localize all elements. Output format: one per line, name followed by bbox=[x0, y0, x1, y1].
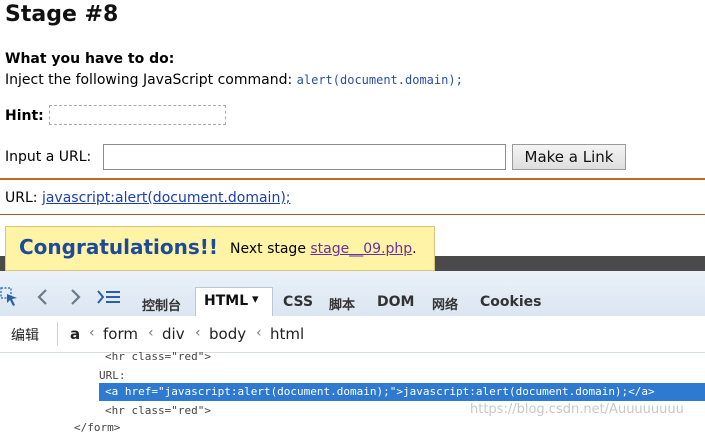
next-stage: Next stage stage__09.php. bbox=[230, 241, 417, 257]
source-line[interactable]: <hr class="red"> bbox=[105, 404, 211, 417]
edit-button[interactable]: 编辑 bbox=[11, 325, 39, 345]
chevron-left-icon: ‹ bbox=[195, 325, 201, 341]
next-stage-link[interactable]: stage__09.php bbox=[310, 241, 412, 257]
breadcrumb-a[interactable]: a bbox=[70, 325, 80, 343]
url-result-label: URL: bbox=[5, 190, 38, 206]
todo-heading: What you have to do: bbox=[5, 51, 175, 67]
watermark: https://blog.csdn.net/Auuuuuuuu bbox=[470, 402, 684, 417]
tab-css[interactable]: CSS bbox=[283, 294, 313, 310]
forward-icon[interactable] bbox=[68, 288, 82, 311]
hint-box bbox=[49, 105, 226, 125]
devtools-resize-bar[interactable] bbox=[435, 256, 705, 271]
url-input-label: Input a URL: bbox=[5, 149, 92, 165]
tab-cookies[interactable]: Cookies bbox=[480, 294, 541, 310]
tab-dom[interactable]: DOM bbox=[377, 294, 414, 310]
tab-network[interactable]: 网络 bbox=[432, 294, 458, 313]
source-line-selected-text: <a href="javascript:alert(document.domai… bbox=[105, 385, 655, 398]
devtools-resize-bar-left[interactable] bbox=[0, 256, 5, 271]
breadcrumb: 编辑 a ‹ form ‹ div ‹ body ‹ html bbox=[0, 316, 705, 353]
breadcrumb-form[interactable]: form bbox=[103, 325, 138, 343]
instruction-text: Inject the following JavaScript command: bbox=[5, 72, 293, 88]
url-input[interactable] bbox=[103, 144, 506, 170]
source-line[interactable]: URL: bbox=[99, 369, 126, 382]
congrats-title: Congratulations!! bbox=[19, 235, 219, 259]
tab-script[interactable]: 脚本 bbox=[329, 294, 355, 313]
chevron-left-icon: ‹ bbox=[89, 325, 95, 341]
next-stage-text: Next stage bbox=[230, 241, 306, 257]
tab-console[interactable]: 控制台 bbox=[142, 295, 181, 314]
url-result-link[interactable]: javascript:alert(document.domain); bbox=[42, 190, 291, 206]
tab-html-label: HTML bbox=[204, 293, 249, 309]
chevron-down-icon: ▾ bbox=[252, 292, 259, 307]
divider-bottom bbox=[0, 214, 705, 215]
source-line[interactable]: <hr class="red"> bbox=[105, 350, 211, 363]
breadcrumb-body[interactable]: body bbox=[209, 325, 246, 343]
instruction: Inject the following JavaScript command:… bbox=[5, 72, 463, 88]
url-result: URL: javascript:alert(document.domain); bbox=[5, 190, 291, 206]
make-link-button[interactable]: Make a Link bbox=[512, 144, 626, 170]
inspect-icon[interactable] bbox=[0, 287, 20, 314]
chevron-left-icon: ‹ bbox=[148, 325, 154, 341]
divider-top bbox=[0, 178, 705, 180]
instruction-code: alert(document.domain); bbox=[296, 73, 463, 87]
tab-html[interactable]: HTML ▾ bbox=[195, 287, 273, 317]
page-title: Stage #8 bbox=[5, 2, 119, 27]
console-list-icon[interactable] bbox=[97, 289, 121, 310]
hint-label: Hint: bbox=[5, 108, 44, 124]
chevron-left-icon: ‹ bbox=[256, 325, 262, 341]
toolbar-separator bbox=[57, 322, 58, 346]
breadcrumb-html[interactable]: html bbox=[270, 325, 304, 343]
source-line-selected[interactable]: <a href="javascript:alert(document.domai… bbox=[99, 383, 705, 401]
breadcrumb-div[interactable]: div bbox=[162, 325, 185, 343]
congrats-box: Congratulations!! Next stage stage__09.p… bbox=[5, 226, 435, 271]
back-icon[interactable] bbox=[36, 288, 50, 311]
